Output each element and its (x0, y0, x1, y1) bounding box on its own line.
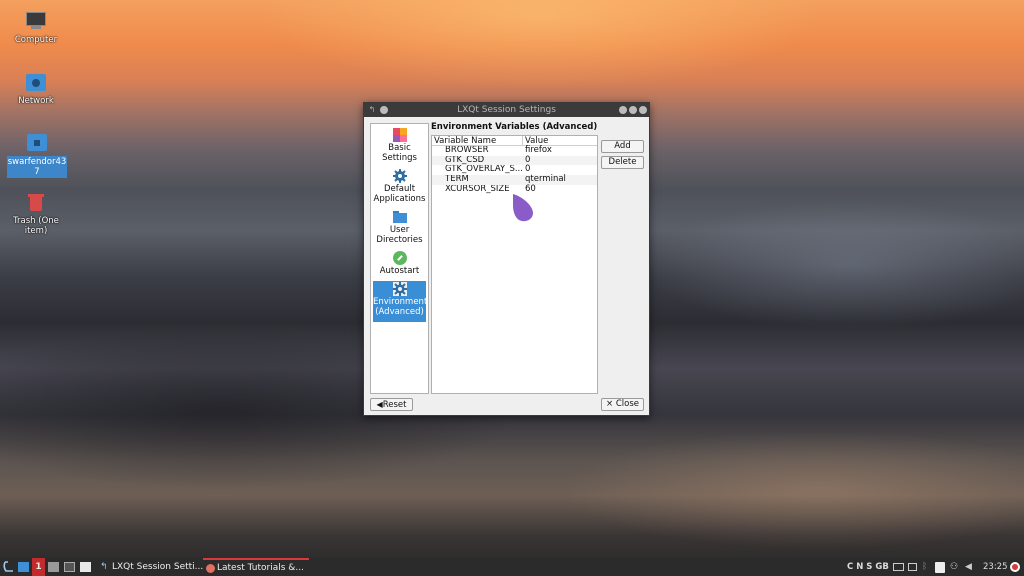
session-settings-window[interactable]: ↰ LXQt Session Settings Basic Settings D… (363, 102, 650, 416)
computer-icon (25, 11, 47, 31)
show-desktop-button[interactable] (18, 558, 30, 576)
task-label: Latest Tutorials &... (217, 563, 304, 573)
palette-icon (392, 128, 407, 142)
environment-table[interactable]: Variable Name Value BROWSER firefox GTK_… (431, 135, 598, 394)
clipboard-icon[interactable] (935, 558, 946, 576)
column-header-value[interactable]: Value (523, 136, 548, 146)
terminal-launcher[interactable] (64, 558, 76, 576)
window-minimize-button[interactable] (619, 106, 627, 114)
sidebar-item-default-applications[interactable]: Default Applications (373, 168, 426, 204)
close-button[interactable]: × Close (601, 398, 644, 411)
delete-button[interactable]: Delete (601, 156, 644, 169)
desktop-icon-label: Trash (One item) (13, 216, 59, 236)
desktop-icon (18, 562, 29, 572)
network-tray-icon[interactable]: ⚇ (950, 558, 961, 576)
main-menu-button[interactable] (2, 558, 16, 576)
session-settings-task-icon: ↰ (100, 562, 108, 572)
add-button[interactable]: Add (601, 140, 644, 153)
screenshot-tray-icon[interactable] (893, 558, 905, 576)
sidebar-item-label: User Directories (376, 225, 423, 245)
window-maximize-button[interactable] (629, 106, 637, 114)
folder-icon (392, 210, 407, 224)
text-editor-icon (80, 562, 91, 572)
lxqt-menu-icon (3, 561, 13, 572)
home-folder-icon (26, 132, 48, 152)
table-row[interactable]: GTK_CSD 0 (432, 155, 597, 166)
file-manager-launcher[interactable] (48, 558, 60, 576)
display-tray-icon[interactable] (908, 558, 918, 576)
window-title: LXQt Session Settings (457, 105, 556, 115)
sidebar-item-label: Basic Settings (382, 143, 417, 163)
section-heading: Environment Variables (Advanced) (431, 122, 598, 132)
mouse-cursor-icon (513, 194, 533, 222)
variable-name-cell[interactable]: GTK_CSD (432, 156, 523, 166)
trash-icon (25, 192, 47, 212)
clock[interactable]: 23:25 (983, 558, 1008, 576)
variable-name-cell[interactable]: TERM (432, 175, 523, 185)
sidebar-item-autostart[interactable]: Autostart (373, 250, 426, 277)
settings-sidebar: Basic Settings Default Applications User… (370, 123, 429, 394)
power-button[interactable] (1010, 558, 1022, 576)
gear-icon (392, 169, 407, 183)
task-label: LXQt Session Setti... (112, 562, 204, 572)
sidebar-item-environment[interactable]: Environment (Advanced) (373, 281, 428, 322)
variable-name-cell[interactable]: BROWSER (432, 146, 523, 156)
bluetooth-icon[interactable]: ᛒ (922, 558, 932, 576)
table-header: Variable Name Value (432, 136, 597, 146)
table-row[interactable]: GTK_OVERLAY_S... 0 (432, 165, 597, 175)
file-manager-icon (48, 562, 59, 572)
keyboard-indicator[interactable]: C N S GB (847, 558, 889, 576)
variable-name-cell[interactable]: XCURSOR_SIZE (432, 185, 523, 195)
power-icon (1010, 562, 1020, 572)
column-header-name[interactable]: Variable Name (432, 136, 523, 146)
text-editor-launcher[interactable] (80, 558, 92, 576)
workspace-1-button[interactable]: 1 (32, 558, 45, 576)
sidebar-item-label: Environment (Advanced) (373, 297, 428, 317)
desktop-icon-label: Network (18, 96, 54, 106)
reset-label: Reset (382, 400, 407, 410)
window-titlebar[interactable]: ↰ LXQt Session Settings (364, 103, 649, 117)
desktop-icon-trash[interactable]: Trash (One item) (7, 192, 65, 236)
sidebar-item-label: Default Applications (373, 184, 426, 204)
window-menu-icon[interactable]: ↰ (367, 105, 377, 115)
variable-name-cell[interactable]: GTK_OVERLAY_S... (432, 165, 523, 175)
window-sticky-button[interactable] (380, 106, 388, 114)
volume-icon[interactable]: ◀ (965, 558, 976, 576)
table-row[interactable]: TERM qterminal (432, 174, 597, 185)
browser-task-icon (206, 564, 215, 573)
terminal-icon (64, 562, 75, 572)
network-folder-icon (25, 72, 47, 92)
reset-button[interactable]: ◀Reset (370, 398, 413, 411)
sidebar-item-user-directories[interactable]: User Directories (373, 209, 426, 245)
rocket-icon (392, 251, 407, 265)
table-row[interactable]: BROWSER firefox (432, 145, 597, 156)
sidebar-item-basic-settings[interactable]: Basic Settings (373, 127, 426, 163)
desktop-icon-network[interactable]: Network (7, 72, 65, 106)
task-session-settings[interactable]: ↰ LXQt Session Setti... (98, 559, 204, 575)
desktop-icon-label: swarfendor437 (7, 156, 67, 178)
desktop-icon-label: Computer (14, 35, 58, 45)
taskbar: 1 ↰ LXQt Session Setti... Latest Tutoria… (0, 558, 1024, 576)
sidebar-item-label: Autostart (379, 266, 420, 276)
gear-icon (392, 282, 407, 296)
window-close-button[interactable] (639, 106, 647, 114)
task-browser[interactable]: Latest Tutorials &... (203, 558, 309, 574)
desktop-icon-home[interactable]: swarfendor437 (7, 132, 67, 178)
desktop-icon-computer[interactable]: Computer (7, 11, 65, 45)
